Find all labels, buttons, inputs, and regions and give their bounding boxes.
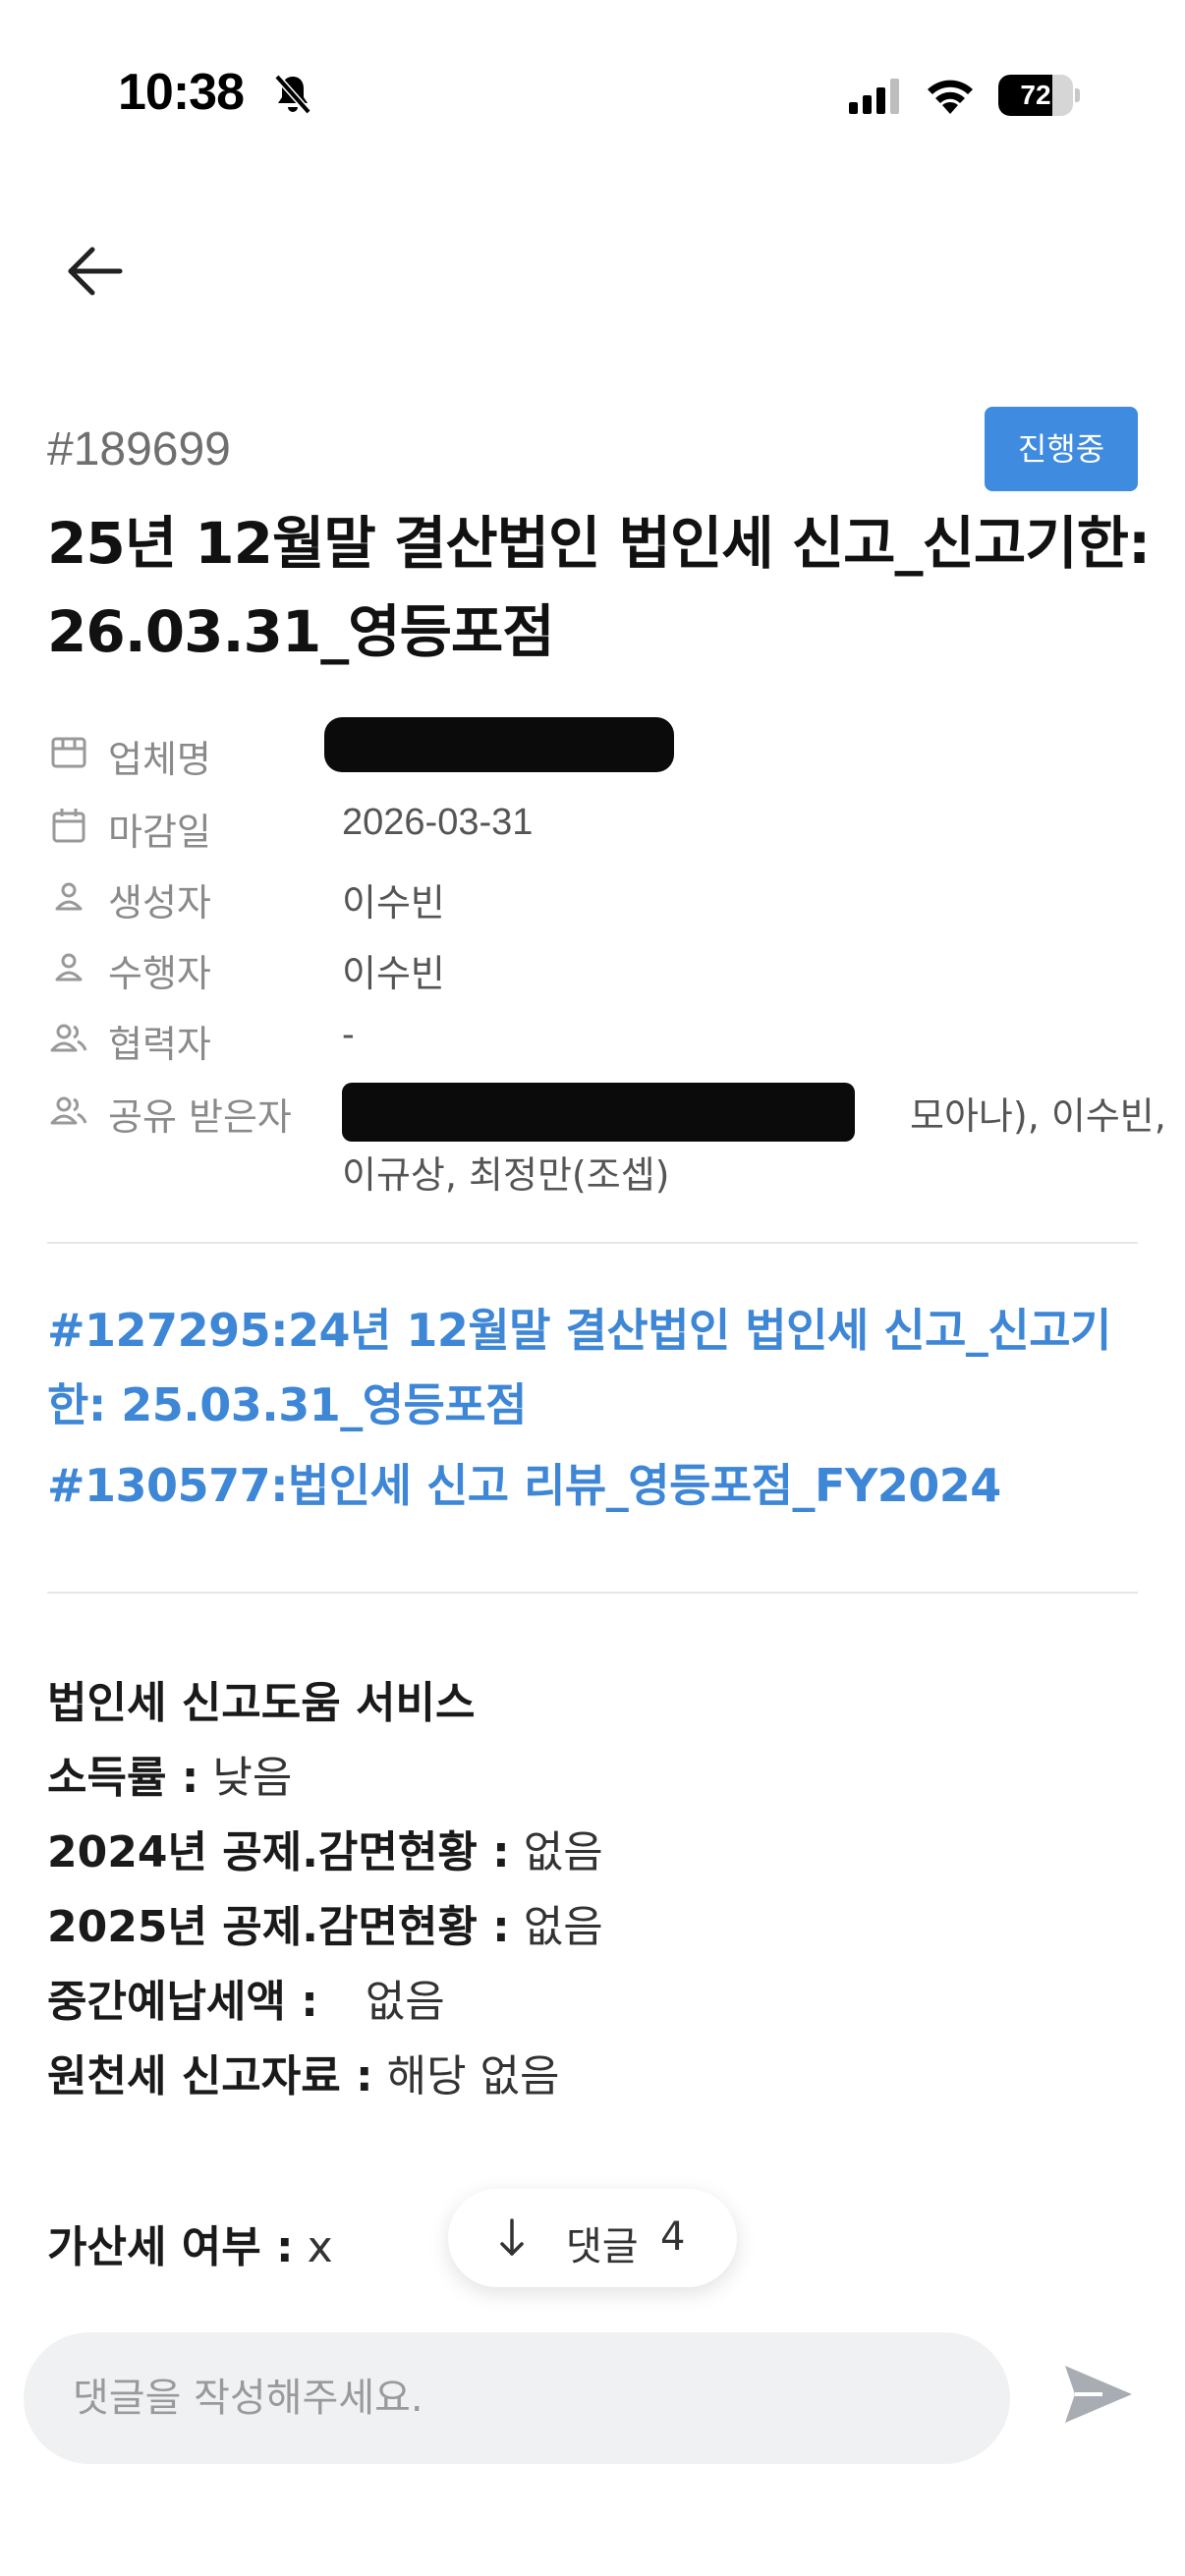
- collaborator-label: 협력자: [108, 1023, 211, 1066]
- comment-input[interactable]: [24, 2332, 1010, 2464]
- assignee-label: 수행자: [108, 952, 211, 995]
- shared-value-line1: 모아나), 이수빈,: [910, 1094, 1166, 1138]
- creator-value: 이수빈: [342, 883, 445, 924]
- collaborator-row: 협력자 -: [47, 1006, 1148, 1066]
- comments-label: 댓글: [566, 2224, 639, 2269]
- body-row-label: 2025년 공제.감면현황 :: [47, 1902, 510, 1952]
- send-icon[interactable]: [1063, 2364, 1134, 2425]
- linked-ticket-link[interactable]: #130577:법인세 신고 리뷰_영등포점_FY2024: [47, 1448, 1157, 1523]
- people-icon: [50, 1096, 87, 1125]
- assignee-value: 이수빈: [342, 954, 445, 995]
- jump-to-comments-button[interactable]: 댓글 4: [448, 2189, 737, 2287]
- status-time: 10:38: [118, 64, 245, 121]
- back-arrow-icon[interactable]: [61, 240, 134, 303]
- company-label: 업체명: [108, 738, 211, 781]
- body-row-value: 없음: [523, 1827, 603, 1877]
- body-row: 2025년 공제.감면현황 : 없음: [47, 1890, 1148, 1965]
- creator-label: 생성자: [108, 881, 211, 924]
- body-row: 2024년 공제.감면현황 : 없음: [47, 1816, 1148, 1890]
- store-icon: [51, 737, 86, 768]
- shared-value: 모아나), 이수빈, 이규상, 최정만(조셉): [342, 1087, 1185, 1204]
- comments-count: 4: [660, 2214, 686, 2260]
- body-row-label: 중간예납세액 :: [47, 1977, 318, 2027]
- assignee-row: 수행자 이수빈: [47, 935, 1148, 995]
- body-heading: 법인세 신고도움 서비스: [47, 1666, 1148, 1741]
- bell-muted-icon: [274, 74, 311, 115]
- person-icon: [55, 953, 83, 981]
- body-row: 소득률 : 낮음: [47, 1741, 1148, 1816]
- body-row-value: 없음: [365, 1977, 445, 2027]
- linked-ticket-link[interactable]: #127295:24년 12월말 결산법인 법인세 신고_신고기한: 25.03…: [47, 1293, 1157, 1442]
- shared-label: 공유 받은자: [108, 1095, 292, 1139]
- shared-row: 공유 받은자 모아나), 이수빈, 이규상, 최정만(조셉): [47, 1079, 1166, 1206]
- body-row-label: 원천세 신고자료 :: [47, 2051, 373, 2101]
- ticket-id: #189699: [47, 423, 231, 476]
- shared-value-line2: 이규상, 최정만(조셉): [342, 1153, 670, 1197]
- penalty-value: x: [307, 2222, 333, 2272]
- body-row-label: 소득률 :: [47, 1753, 199, 1803]
- body-row-value: 해당 없음: [386, 2051, 560, 2101]
- cellular-signal-icon: [849, 79, 899, 114]
- body-row: 중간예납세액 : 없음: [47, 1965, 1148, 2040]
- body-heading-text: 법인세 신고도움 서비스: [47, 1678, 476, 1728]
- arrow-down-icon: [500, 2218, 524, 2256]
- calendar-icon: [52, 809, 85, 843]
- battery-indicator: 72: [998, 75, 1080, 116]
- body-row-label: 2024년 공제.감면현황 :: [47, 1827, 510, 1877]
- battery-level: 72: [1020, 80, 1051, 110]
- person-icon: [55, 882, 83, 911]
- body-row-value: 낮음: [212, 1753, 293, 1803]
- screen: 10:38 72 #189699 진행중 25년 12월말 결산법인 법인세 신…: [0, 0, 1185, 2576]
- due-label: 마감일: [108, 811, 211, 854]
- creator-row: 생성자 이수빈: [47, 865, 1148, 924]
- wifi-icon: [928, 80, 973, 114]
- company-row: 업체명: [47, 717, 1148, 781]
- status-badge: 진행중: [985, 407, 1138, 491]
- body-row: 원천세 신고자료 : 해당 없음: [47, 2040, 1148, 2114]
- due-value: 2026-03-31: [342, 802, 534, 843]
- due-row: 마감일 2026-03-31: [47, 794, 1148, 854]
- penalty-label: 가산세 여부 :: [47, 2222, 294, 2272]
- people-icon: [50, 1024, 87, 1052]
- page-title: 25년 12월말 결산법인 법인세 신고_신고기한: 26.03.31_영등포점: [47, 510, 1151, 665]
- body-row-value: 없음: [523, 1902, 603, 1952]
- divider: [47, 1242, 1138, 1244]
- company-value-redacted: [324, 717, 674, 772]
- divider: [47, 1592, 1138, 1594]
- collaborator-value: -: [342, 1014, 355, 1055]
